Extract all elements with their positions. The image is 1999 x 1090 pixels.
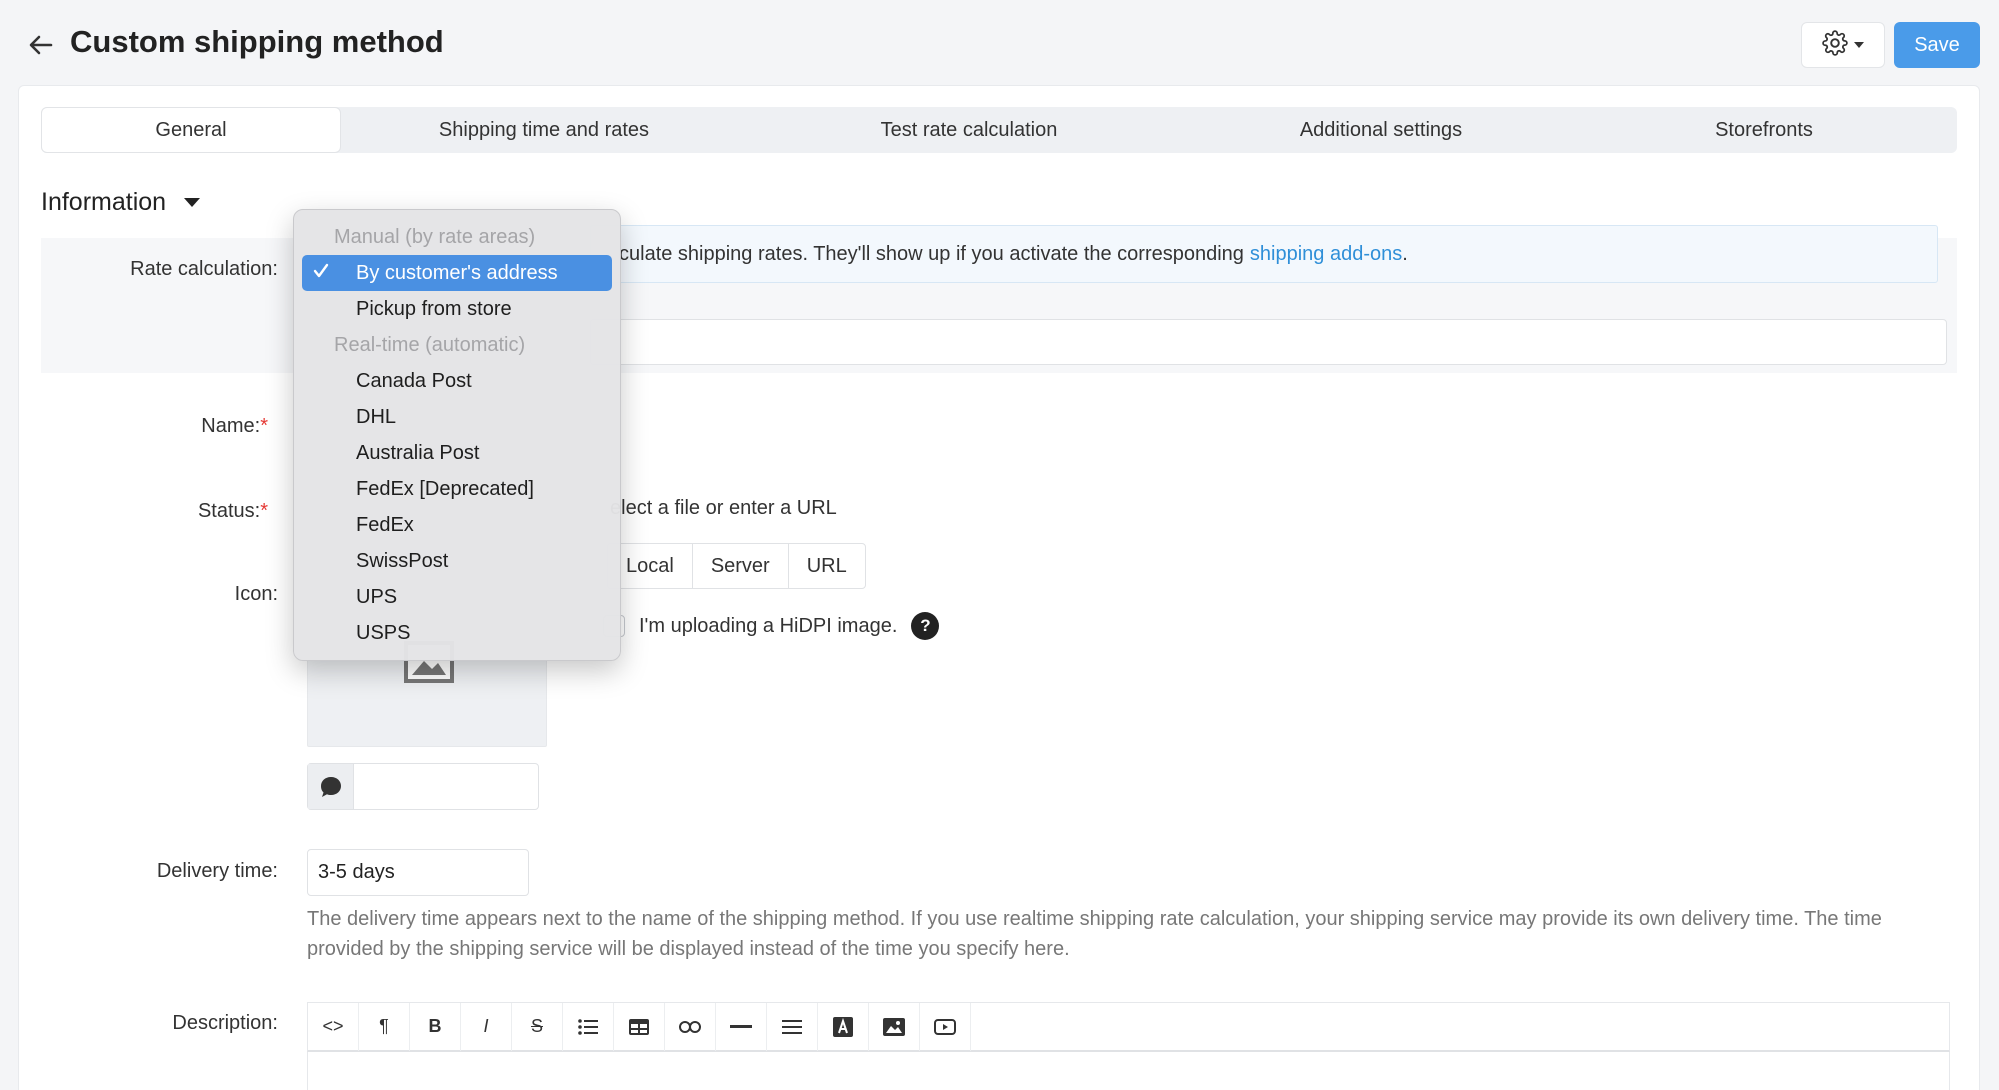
tab-shipping-time-and-rates[interactable]: Shipping time and rates	[341, 107, 747, 153]
caret-down-icon	[184, 198, 201, 207]
rate-calculation-label: Rate calculation:	[130, 258, 278, 280]
status-label: Status:*	[28, 500, 268, 523]
tab-storefronts[interactable]: Storefronts	[1571, 107, 1957, 153]
section-title: Information	[41, 188, 167, 216]
dropdown-option-ups[interactable]: UPS	[294, 579, 620, 615]
italic-icon[interactable]: I	[461, 1002, 512, 1051]
hidpi-label: I'm uploading a HiDPI image.	[639, 614, 898, 637]
required-marker: *	[260, 500, 268, 522]
source-url-button[interactable]: URL	[789, 544, 865, 588]
name-label: Name:*	[28, 415, 268, 438]
dropdown-option-canada-post[interactable]: Canada Post	[294, 363, 620, 399]
name-label-text: Name:	[201, 415, 261, 437]
dropdown-option-swisspost[interactable]: SwissPost	[294, 543, 620, 579]
checkmark-icon	[312, 262, 330, 286]
dropdown-option-by-customers-address[interactable]: By customer's address	[302, 255, 612, 291]
image-icon[interactable]	[869, 1002, 920, 1051]
rate-calculation-dropdown: Manual (by rate areas) By customer's add…	[293, 209, 621, 661]
dropdown-option-fedex[interactable]: FedEx	[294, 507, 620, 543]
back-arrow-icon[interactable]	[24, 28, 58, 62]
strikethrough-icon[interactable]: S	[512, 1002, 563, 1051]
shipping-add-ons-link[interactable]: shipping add-ons	[1250, 243, 1402, 266]
dropdown-group-manual: Manual (by rate areas)	[334, 225, 536, 248]
required-marker: *	[260, 415, 268, 437]
dropdown-option-fedex-deprecated[interactable]: FedEx [Deprecated]	[294, 471, 620, 507]
dropdown-option-australia-post[interactable]: Australia Post	[294, 435, 620, 471]
icon-label: Icon:	[234, 583, 278, 605]
section-information-toggle[interactable]: Information	[41, 188, 201, 217]
tab-test-rate-calculation[interactable]: Test rate calculation	[747, 107, 1191, 153]
info-text-end: .	[1402, 242, 1408, 265]
alt-text-field[interactable]	[307, 763, 539, 810]
align-icon[interactable]	[767, 1002, 818, 1051]
editor-toolbar: <> ¶ B I S	[307, 1002, 1950, 1052]
delivery-time-help: The delivery time appears next to the na…	[307, 908, 1882, 960]
gear-icon	[1822, 29, 1848, 61]
name-input[interactable]	[590, 319, 1947, 365]
rate-info-notice: culate shipping rates. They'll show up i…	[590, 225, 1938, 283]
bullet-list-icon[interactable]	[563, 1002, 614, 1051]
video-icon[interactable]	[920, 1002, 971, 1051]
delivery-time-label: Delivery time:	[156, 860, 278, 882]
code-icon[interactable]: <>	[308, 1002, 359, 1051]
paragraph-icon[interactable]: ¶	[359, 1002, 410, 1051]
page-title: Custom shipping method	[70, 24, 444, 59]
description-editor[interactable]	[307, 1052, 1950, 1090]
dropdown-option-label: By customer's address	[356, 261, 558, 284]
help-icon[interactable]: ?	[911, 612, 940, 640]
comment-icon	[308, 764, 354, 809]
table-icon[interactable]	[614, 1002, 665, 1051]
icon-hint-text: elect a file or enter a URL	[610, 497, 837, 519]
description-label: Description:	[172, 1012, 278, 1034]
tab-additional-settings[interactable]: Additional settings	[1191, 107, 1571, 153]
dropdown-option-pickup-from-store[interactable]: Pickup from store	[294, 291, 620, 327]
tab-bar: General Shipping time and rates Test rat…	[41, 107, 1957, 153]
dropdown-option-dhl[interactable]: DHL	[294, 399, 620, 435]
icon-source-group: Local Server URL	[607, 543, 866, 589]
caret-down-icon	[1854, 42, 1864, 48]
save-button[interactable]: Save	[1894, 22, 1980, 68]
source-server-button[interactable]: Server	[693, 544, 789, 588]
hidpi-row: I'm uploading a HiDPI image. ?	[603, 612, 940, 640]
tab-general[interactable]: General	[41, 107, 341, 153]
bold-icon[interactable]: B	[410, 1002, 461, 1051]
status-label-text: Status:	[197, 500, 261, 522]
settings-dropdown-button[interactable]	[1801, 22, 1885, 68]
dropdown-group-realtime: Real-time (automatic)	[334, 333, 526, 356]
page-header: Custom shipping method Save	[0, 0, 1999, 88]
font-color-icon[interactable]	[818, 1002, 869, 1051]
horizontal-rule-icon[interactable]	[716, 1002, 767, 1051]
delivery-time-input[interactable]: 3-5 days	[307, 849, 529, 896]
link-icon[interactable]	[665, 1002, 716, 1051]
info-text: culate shipping rates. They'll show up i…	[619, 242, 1244, 265]
dropdown-option-usps[interactable]: USPS	[294, 615, 620, 651]
